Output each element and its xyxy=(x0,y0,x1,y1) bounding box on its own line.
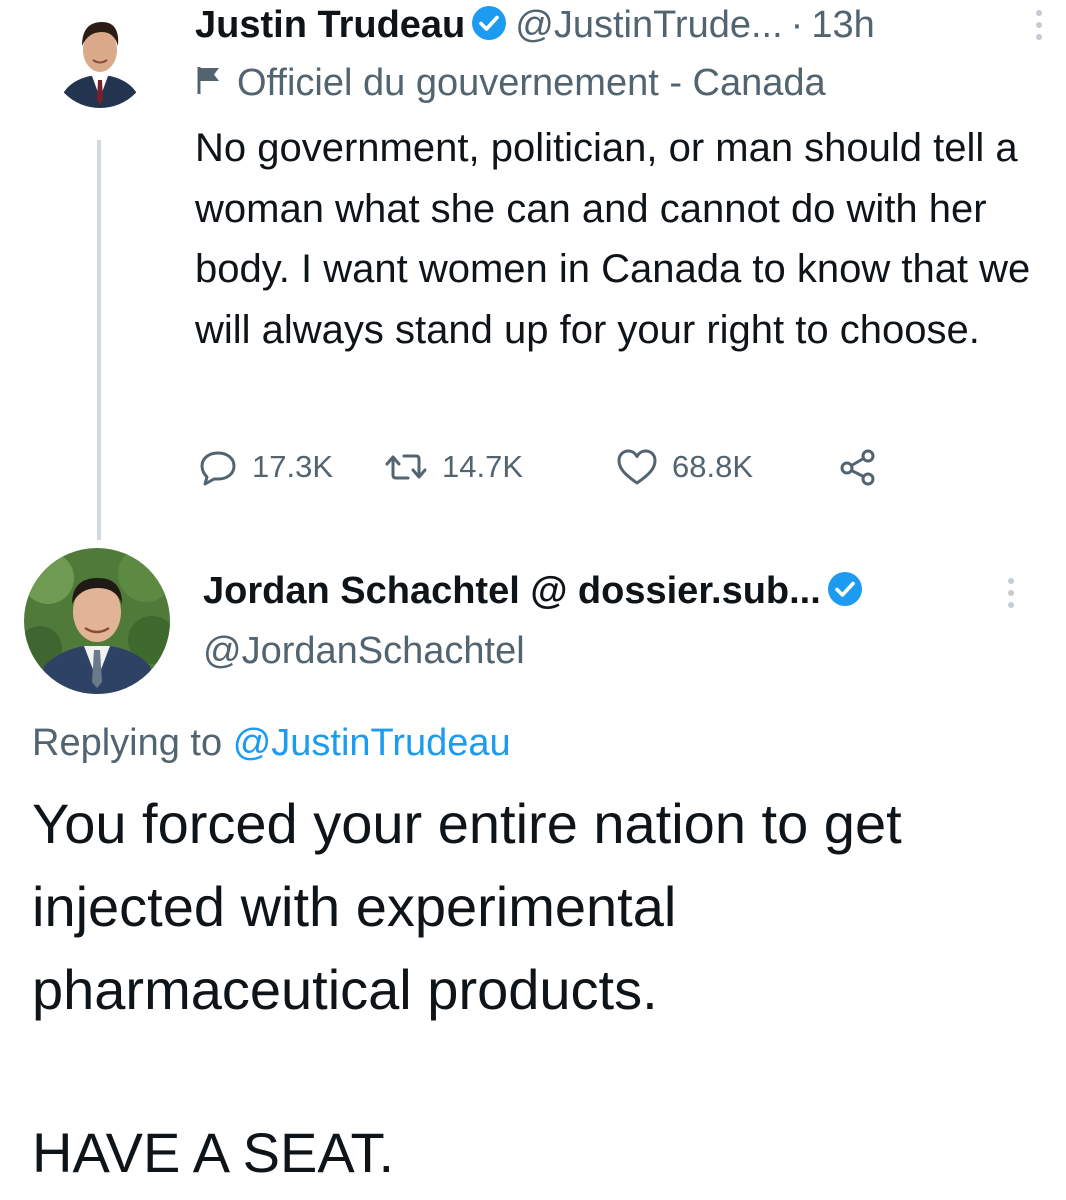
like-count: 68.8K xyxy=(672,449,754,484)
replying-to-mention[interactable]: @JustinTrudeau xyxy=(233,722,511,764)
reply-count: 17.3K xyxy=(252,449,334,484)
verified-badge-icon xyxy=(471,5,507,46)
replying-to: Replying to @JustinTrudeau xyxy=(32,722,511,765)
government-flag-icon xyxy=(195,62,221,105)
reply-text: You forced your entire nation to get inj… xyxy=(32,792,902,1021)
retweet-icon xyxy=(385,454,427,480)
tweet-actions: 17.3K 14.7K 68.8K xyxy=(198,445,892,489)
author-handle[interactable]: @JustinTrude... xyxy=(515,4,782,47)
government-label[interactable]: Officiel du gouvernement - Canada xyxy=(195,58,826,108)
more-options-icon[interactable] xyxy=(1034,8,1044,47)
share-button[interactable] xyxy=(838,447,892,487)
retweet-count: 14.7K xyxy=(442,449,524,484)
tweet-header: Justin Trudeau @JustinTrude... · 13h xyxy=(195,0,1045,50)
reply-icon xyxy=(200,451,236,486)
author-name[interactable]: Justin Trudeau xyxy=(195,4,465,47)
avatar[interactable] xyxy=(24,548,170,694)
avatar[interactable] xyxy=(50,8,150,108)
timestamp[interactable]: 13h xyxy=(811,4,874,47)
reply-closing-text: HAVE A SEAT. xyxy=(32,1121,395,1184)
retweet-button[interactable]: 14.7K xyxy=(384,447,616,487)
reply-header: Jordan Schachtel @ dossier.sub... xyxy=(203,566,871,616)
more-options-icon[interactable] xyxy=(1006,576,1016,615)
author-handle[interactable]: @JordanSchachtel xyxy=(203,630,525,673)
verified-badge-icon xyxy=(827,571,863,612)
share-icon xyxy=(840,449,875,486)
reply-button[interactable]: 17.3K xyxy=(198,447,384,487)
author-name[interactable]: Jordan Schachtel @ dossier.sub... xyxy=(203,570,821,613)
government-label-text: Officiel du gouvernement - Canada xyxy=(237,61,826,104)
thread-line xyxy=(97,140,101,540)
like-icon xyxy=(617,449,657,485)
separator: · xyxy=(790,3,804,46)
tweet-text: No government, politician, or man should… xyxy=(195,126,1031,352)
like-button[interactable]: 68.8K xyxy=(616,447,838,487)
replying-to-prefix: Replying to xyxy=(32,722,223,764)
